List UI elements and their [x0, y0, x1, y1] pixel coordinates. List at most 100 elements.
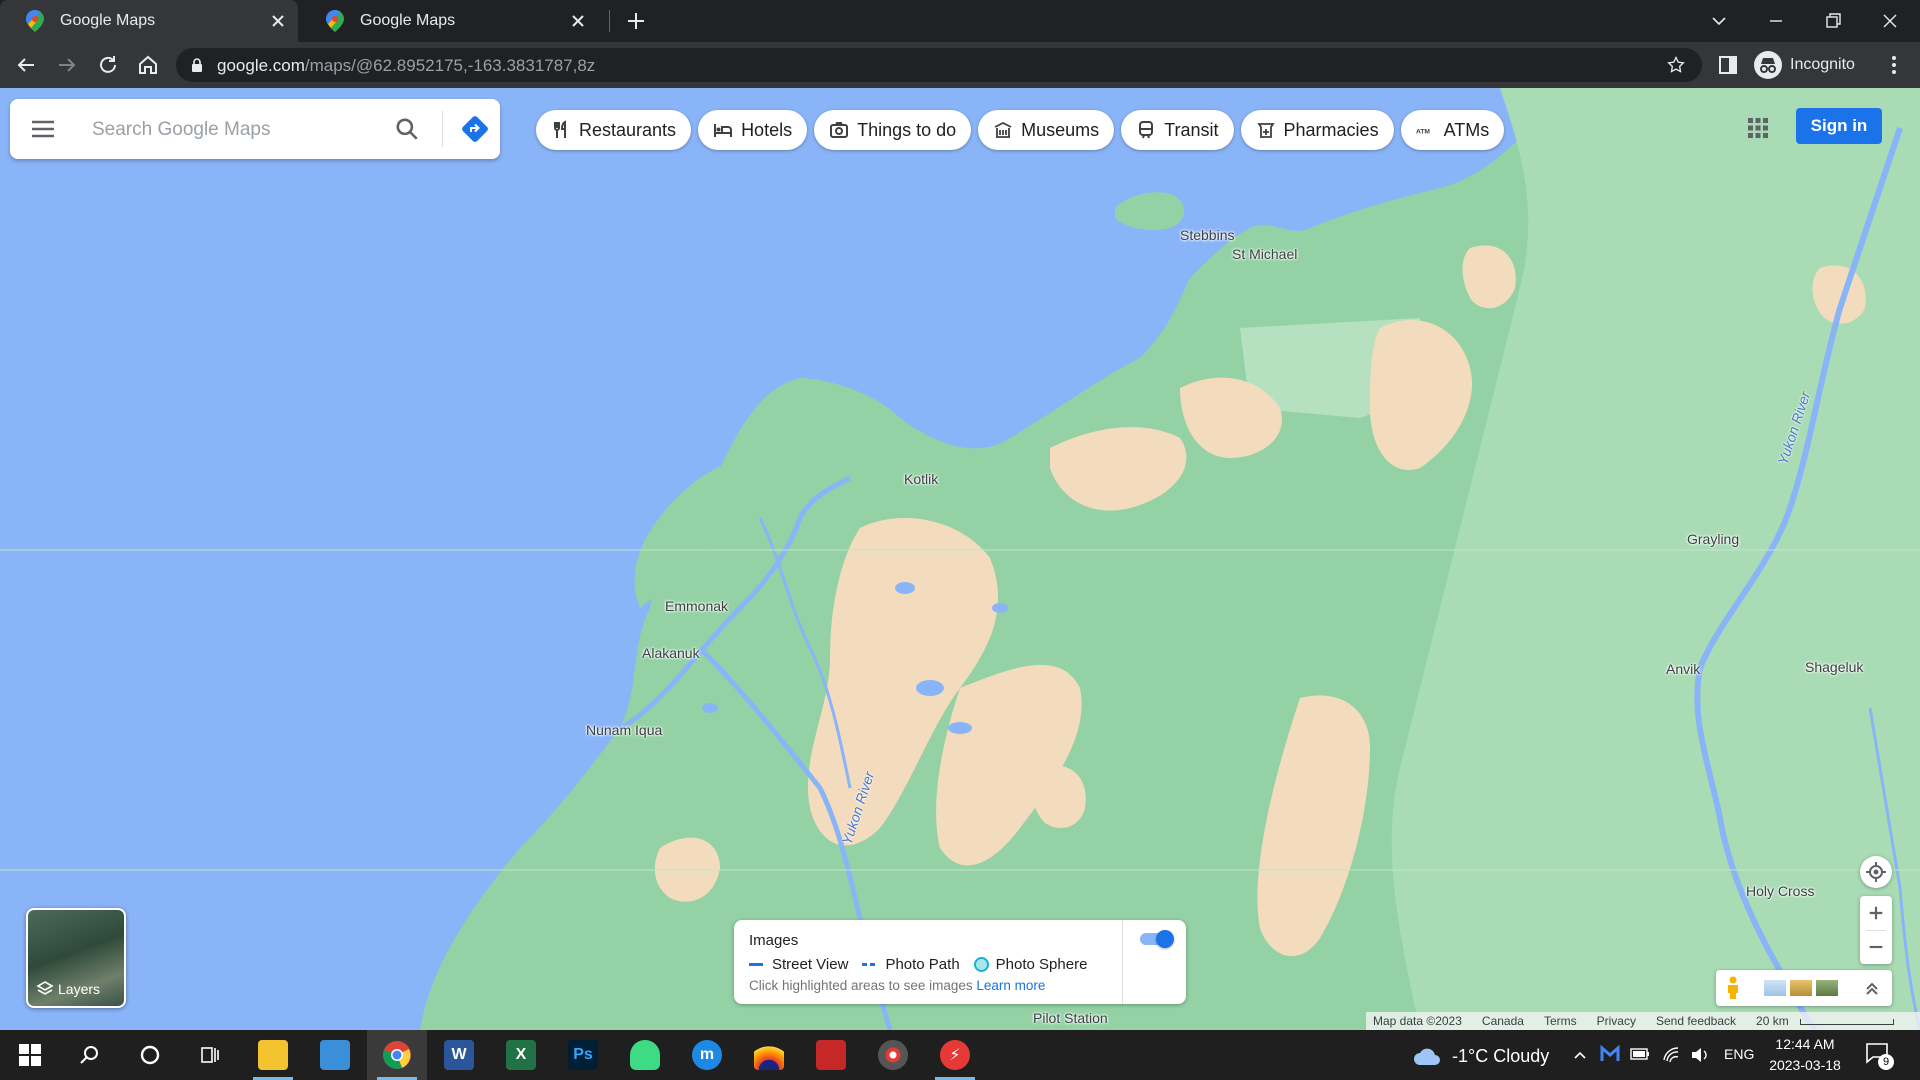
home-icon[interactable]	[136, 53, 160, 77]
tab-google-maps-2[interactable]: Google Maps	[300, 0, 598, 42]
expand-chevron-icon[interactable]	[1862, 978, 1882, 998]
place-label-stebbins[interactable]: Stebbins	[1180, 227, 1234, 243]
layers-icon	[36, 981, 54, 995]
taskbar-search-button[interactable]	[60, 1030, 120, 1080]
kebab-menu-icon[interactable]	[1882, 53, 1906, 77]
chip-transit[interactable]: Transit	[1121, 110, 1234, 150]
chip-label: Restaurants	[579, 119, 677, 140]
new-tab-plus-icon[interactable]	[624, 9, 648, 33]
file-explorer-app[interactable]	[243, 1030, 303, 1080]
place-label-anvik[interactable]: Anvik	[1666, 661, 1700, 677]
learn-more-link[interactable]: Learn more	[976, 978, 1045, 993]
media-app[interactable]	[801, 1030, 861, 1080]
chip-museums[interactable]: Museums	[978, 110, 1115, 150]
chevron-up-icon[interactable]	[1572, 1047, 1588, 1063]
word-app[interactable]: W	[429, 1030, 489, 1080]
reload-icon[interactable]	[96, 53, 120, 77]
battery-icon[interactable]	[1630, 1046, 1650, 1062]
hamburger-menu-icon[interactable]	[30, 117, 56, 141]
chip-things-to-do[interactable]: Things to do	[814, 110, 972, 150]
tab-search-chevron-icon[interactable]	[1707, 9, 1731, 33]
meet-tray-icon[interactable]	[1600, 1045, 1620, 1063]
control-panel-app[interactable]	[305, 1030, 365, 1080]
place-label-nunam-iqua[interactable]: Nunam Iqua	[586, 722, 662, 738]
mu-app[interactable]: m	[677, 1030, 737, 1080]
cortana-button[interactable]	[120, 1030, 180, 1080]
place-label-alakanuk[interactable]: Alakanuk	[642, 645, 700, 661]
control-panel-icon	[320, 1040, 350, 1070]
tab-title: Google Maps	[360, 12, 456, 29]
notifications-button[interactable]: 9	[1864, 1040, 1894, 1070]
file-explorer-icon	[258, 1040, 288, 1070]
back-arrow-icon[interactable]	[14, 53, 38, 77]
cortana-circle-icon	[140, 1045, 160, 1065]
place-label-emmonak[interactable]: Emmonak	[665, 598, 728, 614]
language-indicator[interactable]: ENG	[1724, 1046, 1754, 1062]
street-view-thumb-3[interactable]	[1816, 980, 1838, 996]
wifi-icon[interactable]	[1662, 1046, 1682, 1064]
scale-label[interactable]: 20 km	[1756, 1014, 1789, 1028]
windows-taskbar: W X Ps m ⚡ -1°C Cloudy ENG 12:44 AM 2023…	[0, 1030, 1920, 1080]
task-view-button[interactable]	[180, 1030, 240, 1080]
layers-button[interactable]: Layers	[26, 908, 126, 1008]
close-tab-icon[interactable]	[268, 11, 288, 31]
restore-window-icon[interactable]	[1821, 9, 1845, 33]
tab-google-maps-1[interactable]: Google Maps	[0, 0, 298, 42]
clock-date: 2023-03-18	[1769, 1057, 1841, 1073]
map-canvas[interactable]: Stebbins St Michael Kotlik Emmonak Alaka…	[0, 88, 1920, 1030]
place-label-grayling[interactable]: Grayling	[1687, 531, 1739, 547]
close-window-icon[interactable]	[1878, 9, 1902, 33]
bookmark-star-icon[interactable]	[1666, 55, 1686, 75]
incognito-profile-button[interactable]: Incognito	[1754, 50, 1855, 80]
flash-app[interactable]: ⚡	[925, 1030, 985, 1080]
tab-title: Google Maps	[60, 12, 156, 29]
street-view-thumb-2[interactable]	[1790, 980, 1812, 996]
start-button[interactable]	[0, 1030, 60, 1080]
chip-pharmacies[interactable]: Pharmacies	[1240, 110, 1394, 150]
weather-widget[interactable]: -1°C Cloudy	[1412, 1045, 1549, 1067]
side-panel-icon[interactable]	[1716, 53, 1740, 77]
plus-icon	[1869, 906, 1883, 920]
place-label-st-michael[interactable]: St Michael	[1232, 246, 1297, 262]
photoshop-app[interactable]: Ps	[553, 1030, 613, 1080]
green-robot-app[interactable]	[615, 1030, 675, 1080]
my-location-button[interactable]	[1860, 856, 1892, 888]
search-input[interactable]	[90, 113, 384, 147]
chip-atms[interactable]: ATM ATMs	[1400, 110, 1505, 150]
forward-arrow-icon[interactable]	[55, 53, 79, 77]
street-view-thumb-1[interactable]	[1764, 980, 1786, 996]
close-tab-icon[interactable]	[568, 11, 588, 31]
region-link[interactable]: Canada	[1482, 1014, 1524, 1028]
photoshop-icon: Ps	[568, 1040, 598, 1070]
place-label-shageluk[interactable]: Shageluk	[1805, 659, 1863, 675]
zoom-in-button[interactable]	[1860, 896, 1892, 930]
google-maps-favicon-icon	[326, 10, 344, 32]
google-apps-grid-icon[interactable]	[1746, 116, 1770, 140]
images-toggle[interactable]	[1138, 930, 1174, 948]
chip-label: ATMs	[1443, 119, 1490, 140]
clock[interactable]: 12:44 AM 2023-03-18	[1766, 1034, 1844, 1076]
pegman-icon[interactable]	[1724, 976, 1742, 1000]
chip-hotels[interactable]: Hotels	[698, 110, 808, 150]
disc-app[interactable]	[863, 1030, 923, 1080]
place-label-kotlik[interactable]: Kotlik	[904, 471, 938, 487]
chrome-app[interactable]	[367, 1030, 427, 1080]
zoom-out-button[interactable]	[1860, 930, 1892, 964]
sign-in-button[interactable]: Sign in	[1796, 108, 1882, 144]
search-icon[interactable]	[394, 116, 420, 142]
google-maps-favicon-icon	[26, 10, 44, 32]
volume-icon[interactable]	[1690, 1046, 1710, 1064]
chip-restaurants[interactable]: Restaurants	[536, 110, 692, 150]
privacy-link[interactable]: Privacy	[1597, 1014, 1636, 1028]
photo-sphere-circle-icon	[973, 957, 989, 972]
directions-icon[interactable]	[460, 114, 490, 144]
minimize-icon[interactable]	[1764, 9, 1788, 33]
place-label-holy-cross[interactable]: Holy Cross	[1746, 883, 1814, 899]
excel-app[interactable]: X	[491, 1030, 551, 1080]
lock-icon[interactable]	[190, 57, 204, 73]
rainbow-app[interactable]	[739, 1030, 799, 1080]
place-label-pilot-station[interactable]: Pilot Station	[1033, 1010, 1108, 1026]
terms-link[interactable]: Terms	[1544, 1014, 1577, 1028]
send-feedback-link[interactable]: Send feedback	[1656, 1014, 1736, 1028]
address-bar[interactable]: google.com/maps/@62.8952175,-163.3831787…	[176, 48, 1702, 82]
